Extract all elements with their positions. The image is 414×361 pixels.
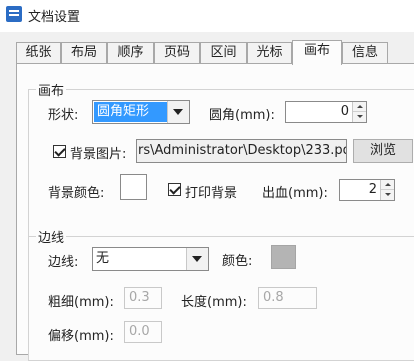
background-image-checkbox[interactable]: [53, 145, 66, 158]
border-group-title: 边线: [36, 227, 67, 246]
border-group: 边线 边线: 无 颜色: 粗细(mm): 0.3 长度(mm): 0.8 偏移(…: [28, 227, 414, 361]
tab-paper[interactable]: 纸张: [16, 42, 61, 63]
border-style-value: 无: [96, 251, 110, 266]
thickness-field[interactable]: 0.3: [124, 287, 162, 309]
chevron-down-icon[interactable]: [167, 101, 189, 123]
window-title: 文档设置: [28, 10, 81, 25]
background-color-label: 背景颜色:: [48, 186, 105, 201]
tab-range[interactable]: 区间: [200, 42, 247, 63]
offset-label: 偏移(mm):: [48, 329, 114, 344]
shape-dropdown[interactable]: 圆角矩形: [92, 100, 190, 124]
tab-page-number[interactable]: 页码: [154, 42, 200, 63]
increment-arrow-icon[interactable]: [353, 102, 366, 112]
corner-radius-spin-buttons: [352, 102, 366, 122]
offset-field[interactable]: 0.0: [124, 321, 162, 343]
length-field[interactable]: 0.8: [258, 287, 317, 309]
background-image-label: 背景图片:: [70, 147, 127, 162]
corner-radius-label: 圆角(mm):: [209, 108, 275, 123]
chevron-down-icon[interactable]: [186, 248, 208, 270]
print-background-label: 打印背景: [185, 186, 238, 201]
title-bar: 文档设置: [0, 0, 414, 32]
decrement-arrow-icon[interactable]: [353, 112, 366, 122]
canvas-group-title: 画布: [36, 80, 67, 99]
tab-canvas[interactable]: 画布: [292, 40, 342, 65]
thickness-label: 粗细(mm):: [48, 295, 114, 310]
decrement-arrow-icon[interactable]: [381, 190, 394, 200]
browse-button[interactable]: 浏览: [353, 139, 413, 163]
border-style-dropdown[interactable]: 无: [92, 247, 209, 271]
print-background-checkbox[interactable]: [168, 183, 181, 196]
bleed-label: 出血(mm):: [262, 186, 328, 201]
corner-radius-stepper[interactable]: 0: [285, 101, 367, 123]
shape-label: 形状:: [48, 108, 79, 123]
border-color-swatch[interactable]: [271, 245, 296, 269]
app-document-icon: [6, 6, 22, 22]
shape-dropdown-value: 圆角矩形: [94, 102, 167, 122]
bleed-stepper[interactable]: 2: [339, 179, 395, 201]
bleed-spin-buttons: [380, 180, 394, 200]
tab-info[interactable]: 信息: [342, 42, 388, 63]
length-label: 长度(mm):: [181, 295, 247, 310]
tab-cursor[interactable]: 光标: [247, 42, 292, 63]
increment-arrow-icon[interactable]: [381, 180, 394, 190]
border-color-label: 颜色:: [222, 254, 253, 269]
background-color-swatch[interactable]: [120, 174, 147, 200]
canvas-tab-panel: 画布 形状: 圆角矩形 圆角(mm): 0 背景图片: rs\Administr…: [16, 63, 414, 361]
corner-radius-value[interactable]: 0: [286, 102, 352, 122]
bleed-value[interactable]: 2: [340, 180, 380, 200]
border-label: 边线:: [48, 255, 79, 270]
tab-layout[interactable]: 布局: [61, 42, 107, 63]
tab-order[interactable]: 顺序: [107, 42, 154, 63]
background-image-path-field[interactable]: rs\Administrator\Desktop\233.pdf: [136, 139, 347, 163]
